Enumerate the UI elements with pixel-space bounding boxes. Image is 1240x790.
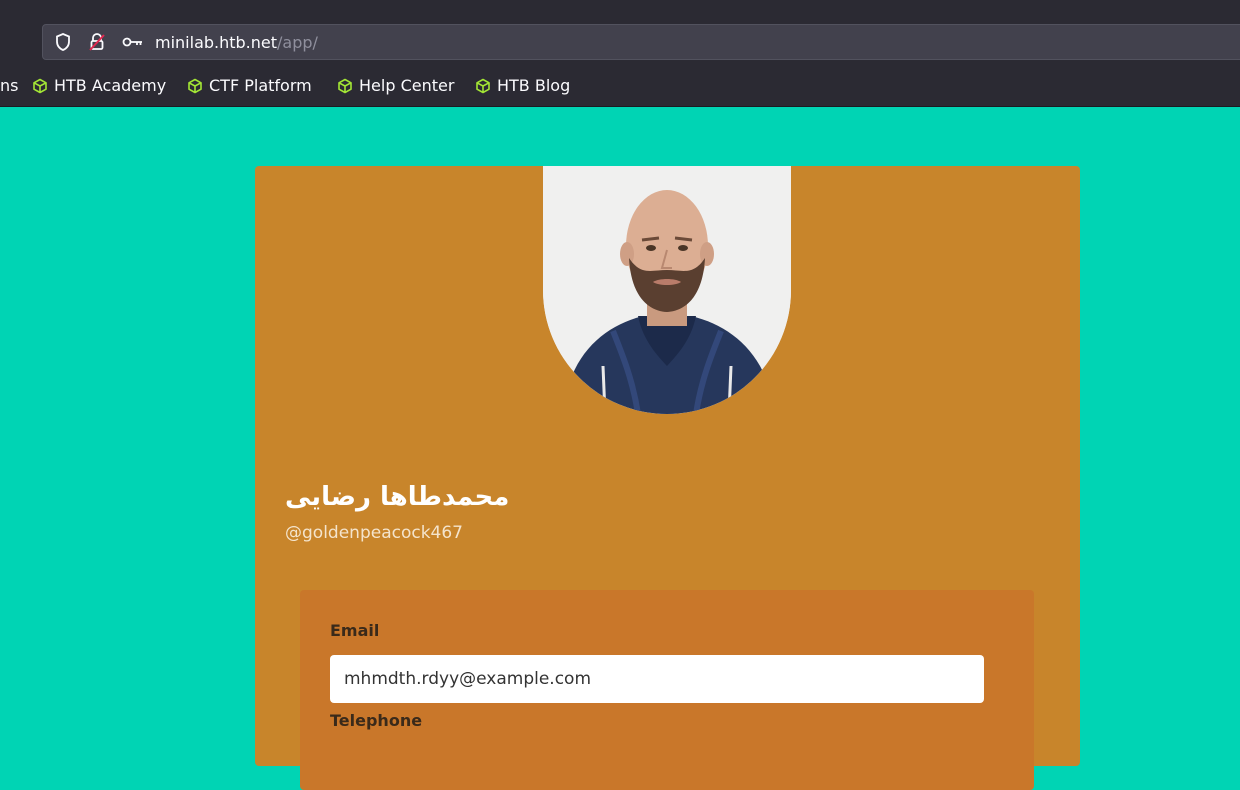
- bookmark-cutoff[interactable]: ns: [0, 76, 18, 95]
- bookmark-htb-academy[interactable]: HTB Academy: [32, 76, 166, 98]
- shield-icon[interactable]: [53, 32, 73, 56]
- telephone-label: Telephone: [330, 711, 423, 730]
- cube-icon: [337, 78, 353, 98]
- cube-icon: [32, 78, 48, 98]
- bookmark-htb-blog[interactable]: HTB Blog: [475, 76, 570, 98]
- browser-toolbar: minilab.htb.net/app/: [0, 18, 1240, 66]
- profile-photo: [543, 166, 791, 414]
- profile-card: محمدطاها رضایی @goldenpeacock467 Email m…: [255, 166, 1080, 790]
- cube-icon: [187, 78, 203, 98]
- bookmarks-toolbar: ns HTB Academy CTF Platform Help Center …: [0, 66, 1240, 107]
- person-illustration: [543, 166, 791, 414]
- bookmark-help-center[interactable]: Help Center: [337, 76, 454, 98]
- insecure-lock-icon[interactable]: [87, 32, 107, 56]
- bookmark-label: CTF Platform: [209, 76, 312, 95]
- url-text[interactable]: minilab.htb.net/app/: [155, 33, 318, 52]
- profile-name: محمدطاها رضایی: [285, 482, 510, 512]
- bookmark-label: Help Center: [359, 76, 455, 95]
- email-label: Email: [330, 621, 380, 640]
- email-field[interactable]: mhmdth.rdyy@example.com: [330, 655, 984, 703]
- bookmark-label: HTB Academy: [54, 76, 167, 95]
- address-bar[interactable]: minilab.htb.net/app/: [42, 24, 1240, 60]
- key-icon[interactable]: [121, 32, 145, 56]
- url-host: minilab.htb.net: [155, 33, 278, 52]
- contact-info-panel: Email mhmdth.rdyy@example.com Telephone: [300, 590, 1034, 790]
- url-path: /app/: [277, 33, 318, 52]
- cube-icon: [475, 78, 491, 98]
- window-titlebar: [0, 0, 1240, 18]
- bookmark-label: HTB Blog: [497, 76, 571, 95]
- bookmark-ctf-platform[interactable]: CTF Platform: [187, 76, 312, 98]
- profile-handle: @goldenpeacock467: [285, 523, 463, 543]
